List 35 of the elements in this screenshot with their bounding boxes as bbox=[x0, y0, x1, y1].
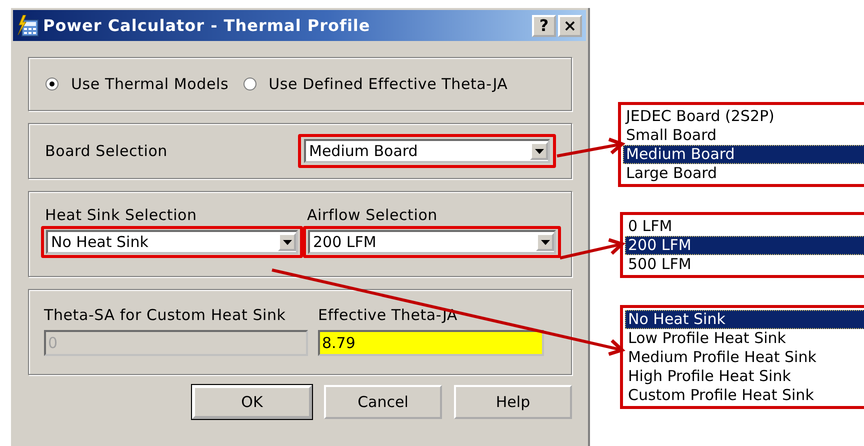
list-item[interactable]: 200 LFM bbox=[625, 236, 864, 255]
dialog-button[interactable]: Cancel bbox=[324, 385, 442, 419]
list-item[interactable]: Custom Profile Heat Sink bbox=[625, 386, 864, 405]
help-button[interactable]: ? bbox=[532, 14, 556, 36]
close-button[interactable]: × bbox=[558, 14, 582, 36]
field-label: Effective Theta-JA bbox=[318, 306, 458, 324]
caret-icon bbox=[534, 148, 544, 154]
field-label: Heat Sink Selection bbox=[44, 206, 198, 224]
input-field[interactable]: 8.79 bbox=[318, 330, 544, 356]
leader-arrow bbox=[556, 138, 626, 158]
dialog-button[interactable]: OK bbox=[192, 385, 312, 419]
field-label: Board Selection bbox=[45, 142, 168, 160]
list-item[interactable]: JEDEC Board (2S2P) bbox=[623, 107, 864, 126]
caret-icon bbox=[540, 240, 550, 244]
field-label: Theta-SA for Custom Heat Sink bbox=[44, 306, 287, 324]
leader-arrow bbox=[560, 238, 626, 260]
list-item[interactable]: Low Profile Heat Sink bbox=[625, 329, 864, 348]
list-item[interactable]: Large Board bbox=[623, 164, 864, 183]
list-item[interactable]: Medium Profile Heat Sink bbox=[625, 348, 864, 367]
heat-sink-dropdown[interactable]: No Heat Sink bbox=[46, 230, 298, 254]
radio-option[interactable]: Use Defined Effective Theta-JA bbox=[242, 75, 508, 93]
calculator-icon bbox=[17, 14, 39, 36]
list-item[interactable]: 0 LFM bbox=[625, 217, 864, 236]
caret-icon bbox=[282, 240, 292, 244]
list-item[interactable]: High Profile Heat Sink bbox=[625, 367, 864, 386]
list-item[interactable]: No Heat Sink bbox=[625, 310, 864, 329]
dialog-button[interactable]: Help bbox=[454, 385, 572, 419]
field-label: Airflow Selection bbox=[306, 206, 438, 224]
board-dropdown[interactable]: Medium Board bbox=[304, 139, 550, 163]
list-item[interactable]: Small Board bbox=[623, 126, 864, 145]
list-item[interactable]: 500 LFM bbox=[625, 255, 864, 274]
radio-option[interactable]: Use Thermal Models bbox=[45, 75, 229, 93]
list-item[interactable]: Medium Board bbox=[623, 145, 864, 164]
airflow-dropdown[interactable]: 200 LFM bbox=[308, 230, 556, 254]
window-title: Power Calculator - Thermal Profile bbox=[43, 16, 372, 35]
